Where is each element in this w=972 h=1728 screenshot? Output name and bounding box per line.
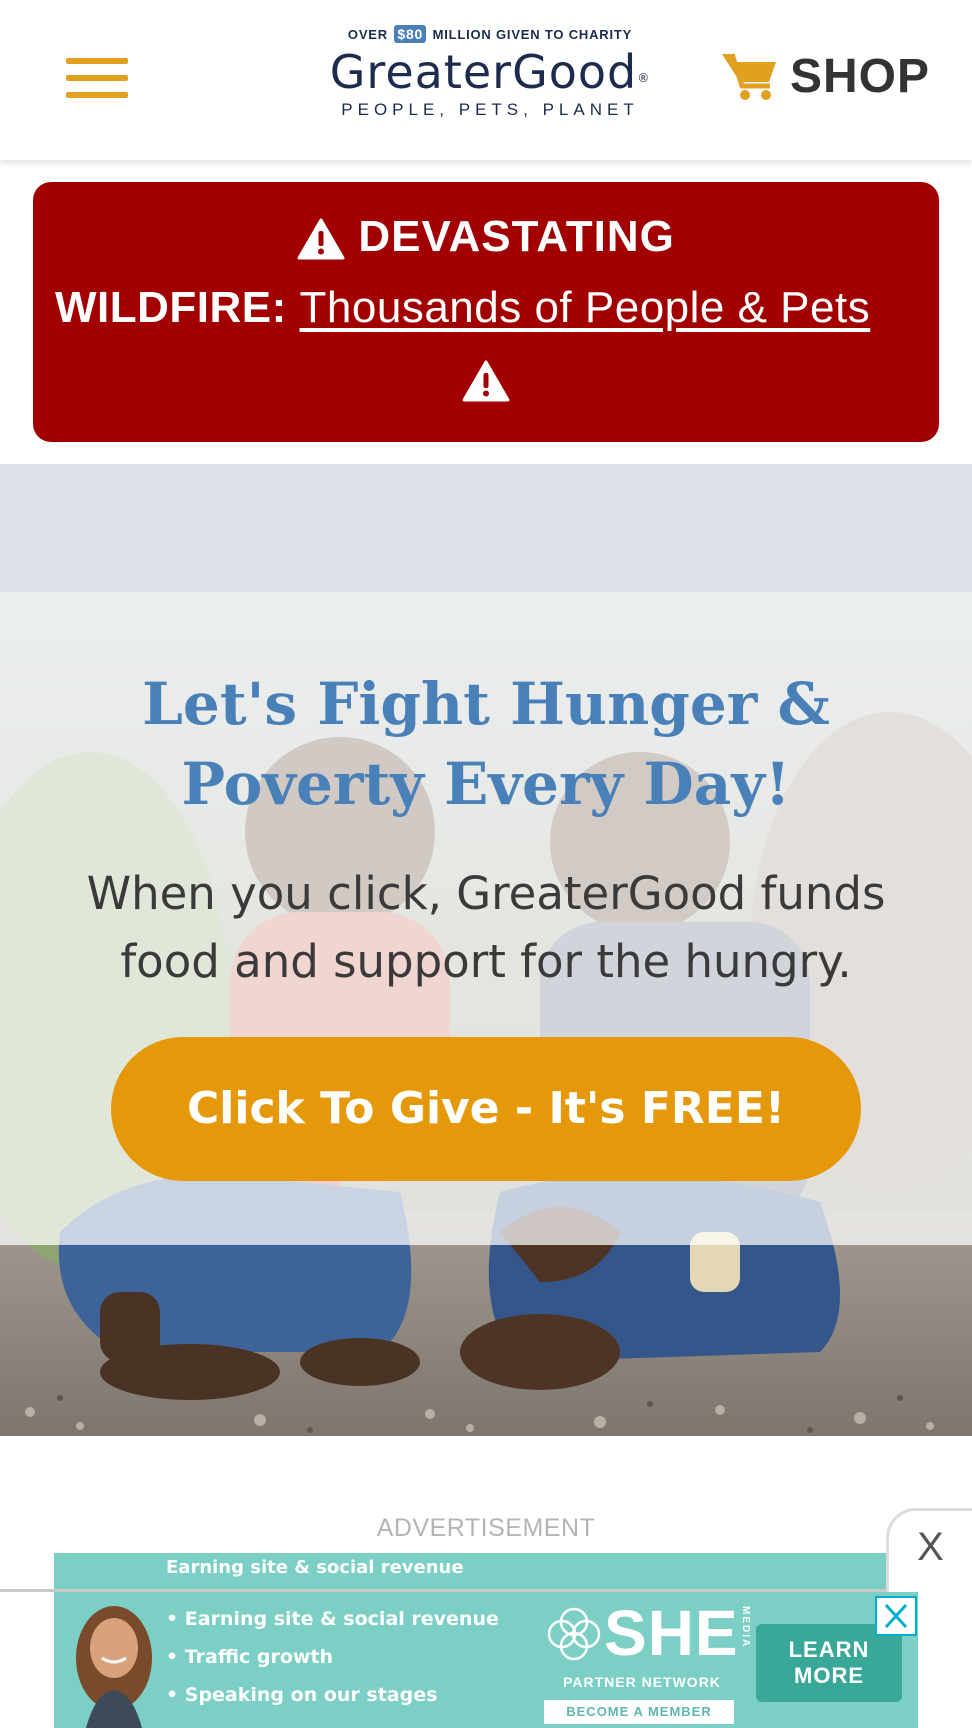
tagline-amount: $80: [394, 25, 427, 43]
tagline-before: OVER: [347, 27, 388, 42]
hamburger-menu-icon[interactable]: [66, 58, 128, 100]
ad-bullet: Traffic growth: [166, 1638, 499, 1676]
wildfire-alert-banner: DEVASTATING WILDFIRE: Thousands of Peopl…: [33, 182, 939, 442]
close-ad-tab[interactable]: X: [886, 1508, 972, 1592]
ad-placeholder-band: [0, 464, 972, 592]
click-to-give-button[interactable]: Click To Give - It's FREE!: [111, 1037, 861, 1181]
logo-name: GreaterGood®: [300, 46, 680, 98]
shop-link[interactable]: SHOP: [720, 46, 930, 106]
ad-bullet: Earning site & social revenue: [166, 1600, 499, 1638]
hero-body: When you click, GreaterGood funds food a…: [86, 867, 886, 988]
she-partner-network: PARTNER NETWORK: [563, 1674, 721, 1690]
logo-tagline: OVER $80 MILLION GIVEN TO CHARITY: [300, 24, 680, 46]
she-flower-icon: [547, 1607, 601, 1661]
she-media-ad-banner[interactable]: Earning site & social revenue Traffic gr…: [54, 1592, 918, 1728]
wildfire-link[interactable]: Thousands of People & Pets: [300, 283, 871, 332]
logo-name-text: GreaterGood: [329, 45, 638, 99]
she-media-logo: SHE MEDIA PARTNER NETWORK BECOME A MEMBE…: [542, 1597, 762, 1724]
alert-prefix: WILDFIRE:: [55, 283, 287, 332]
ad-banner-inline[interactable]: Earning site & social revenue: [54, 1553, 918, 1589]
ad-close-icon[interactable]: [875, 1596, 917, 1636]
hero-title: Let's Fight Hunger & Poverty Every Day!: [142, 670, 830, 818]
site-header: OVER $80 MILLION GIVEN TO CHARITY Greate…: [0, 0, 972, 160]
registered-mark: ®: [637, 71, 651, 85]
alert-line1: DEVASTATING: [358, 212, 675, 261]
warning-triangle-icon: [462, 360, 510, 402]
page: OVER $80 MILLION GIVEN TO CHARITY Greate…: [0, 0, 972, 1728]
close-x-icon: [884, 1603, 908, 1629]
tagline-after: MILLION GIVEN TO CHARITY: [432, 27, 633, 42]
ad-inline-text: Earning site & social revenue: [166, 1557, 464, 1578]
alert-heading: DEVASTATING: [33, 210, 939, 264]
shop-label: SHOP: [790, 49, 931, 103]
shopping-cart-icon: [722, 53, 776, 100]
hero-section: Let's Fight Hunger & Poverty Every Day! …: [0, 592, 972, 1436]
she-wordmark: SHE: [604, 1597, 739, 1669]
she-media-vertical: MEDIA: [740, 1606, 751, 1649]
become-member-label: BECOME A MEMBER: [544, 1700, 734, 1724]
logo-subtitle: PEOPLE, PETS, PLANET: [341, 100, 639, 119]
advertisement-label: ADVERTISEMENT: [376, 1514, 596, 1542]
ad-person-photo: [76, 1606, 152, 1728]
greatergood-logo[interactable]: OVER $80 MILLION GIVEN TO CHARITY Greate…: [300, 24, 680, 120]
alert-line2: WILDFIRE: Thousands of People & Pets: [55, 280, 870, 336]
close-ad-label: X: [917, 1525, 944, 1569]
warning-triangle-icon: [297, 218, 345, 260]
ad-bullet-list: Earning site & social revenue Traffic gr…: [166, 1600, 499, 1714]
ad-bullet: Speaking on our stages: [166, 1676, 499, 1714]
alert-trailing-icon-row: [33, 360, 939, 402]
